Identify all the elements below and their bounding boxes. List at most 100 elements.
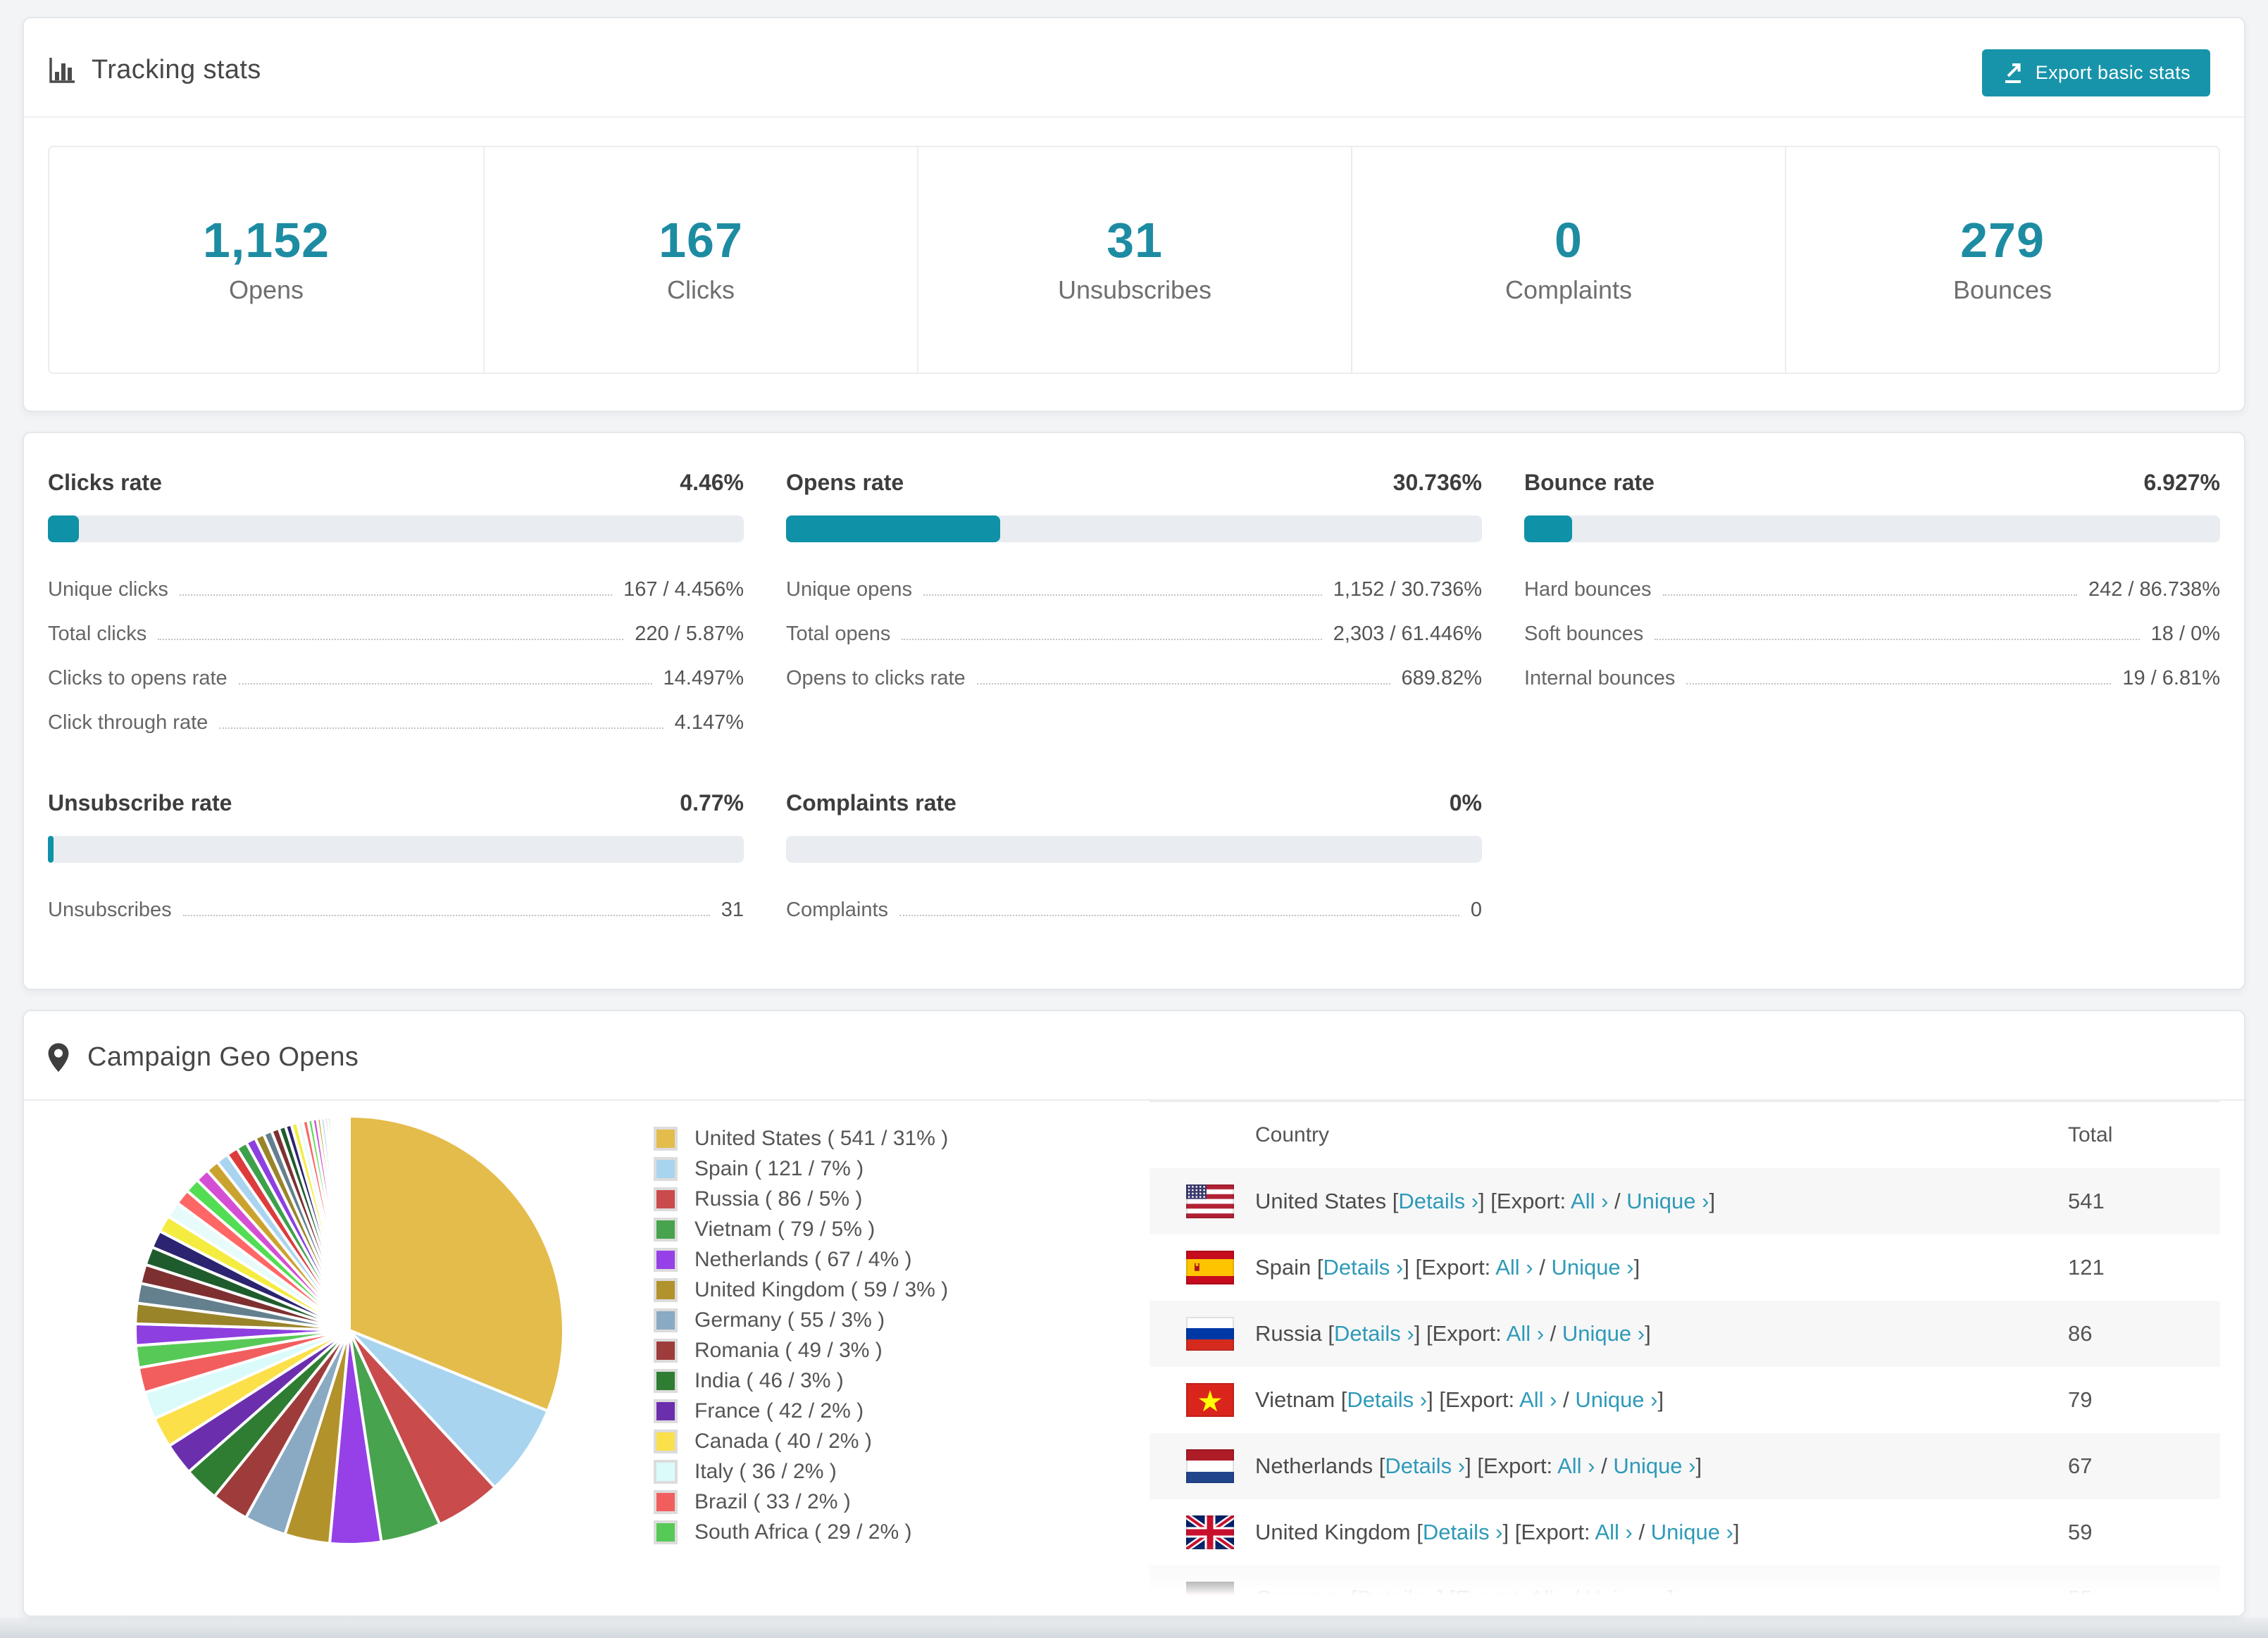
export-label: [Export: xyxy=(1490,1189,1571,1213)
details-link[interactable]: Details › xyxy=(1385,1453,1465,1478)
export-unique-link[interactable]: Unique › xyxy=(1551,1255,1633,1280)
legend-item-south-africa[interactable]: South Africa ( 29 / 2% ) xyxy=(654,1517,948,1547)
rate-stat-label: Clicks to opens rate xyxy=(48,667,228,689)
legend-item-united-kingdom[interactable]: United Kingdom ( 59 / 3% ) xyxy=(654,1275,948,1305)
legend-label: South Africa ( 29 / 2% ) xyxy=(694,1520,912,1544)
country-cell: Vietnam [Details ›] [Export: All › / Uni… xyxy=(1255,1387,1664,1413)
column-header-country: Country xyxy=(1255,1123,1330,1146)
export-label: [Export: xyxy=(1415,1255,1496,1280)
rate-stat-label: Unique clicks xyxy=(48,578,168,601)
rate-stat-value: 18 / 0% xyxy=(2150,623,2220,645)
export-all-link[interactable]: All › xyxy=(1529,1586,1566,1611)
ru-flag-icon xyxy=(1186,1317,1234,1351)
export-all-link[interactable]: All › xyxy=(1495,1255,1533,1280)
legend-label: Netherlands ( 67 / 4% ) xyxy=(694,1247,912,1271)
rate-stat-label: Total clicks xyxy=(48,623,147,645)
legend-label: Italy ( 36 / 2% ) xyxy=(694,1459,837,1483)
rate-progress-bar xyxy=(1524,515,2220,542)
legend-label: United States ( 541 / 31% ) xyxy=(694,1126,949,1150)
bracket: ] xyxy=(1465,1453,1478,1478)
export-label: [Export: xyxy=(1477,1453,1558,1478)
legend-item-italy[interactable]: Italy ( 36 / 2% ) xyxy=(654,1456,948,1487)
legend-item-india[interactable]: India ( 46 / 3% ) xyxy=(654,1365,948,1396)
dotted-leader xyxy=(1655,639,2140,640)
stat-label: Opens xyxy=(228,275,304,304)
summary-stats-strip: 1,152 Opens 167 Clicks 31 Unsubscribes 0 Compla… xyxy=(48,146,2220,374)
export-unique-link[interactable]: Unique › xyxy=(1585,1586,1668,1611)
details-link[interactable]: Details › xyxy=(1347,1387,1427,1412)
geo-pie-chart[interactable] xyxy=(131,1112,568,1554)
export-all-link[interactable]: All › xyxy=(1519,1387,1557,1412)
legend-item-netherlands[interactable]: Netherlands ( 67 / 4% ) xyxy=(654,1244,948,1275)
rate-stat-row: Internal bounces 19 / 6.81% xyxy=(1524,656,2220,701)
stat-label: Unsubscribes xyxy=(1057,275,1212,304)
export-unique-link[interactable]: Unique › xyxy=(1651,1520,1733,1544)
rate-stat-value: 2,303 / 61.446% xyxy=(1333,623,1482,645)
rate-title: Unsubscribe rate xyxy=(48,790,232,815)
page-title: Tracking stats xyxy=(92,55,261,85)
rate-stat-row: Unsubscribes 31 xyxy=(48,888,744,932)
details-link[interactable]: Details › xyxy=(1398,1189,1478,1213)
dotted-leader xyxy=(158,639,624,640)
dotted-leader xyxy=(976,683,1390,684)
legend-swatch xyxy=(654,1156,678,1181)
legend-item-brazil[interactable]: Brazil ( 33 / 2% ) xyxy=(654,1487,948,1517)
details-link[interactable]: Details › xyxy=(1334,1321,1414,1346)
geo-table-row-es: Spain [Details ›] [Export: All › / Uniqu… xyxy=(1149,1234,2220,1301)
rate-stat-value: 167 / 4.456% xyxy=(623,578,744,601)
rate-value: 6.927% xyxy=(2143,470,2220,495)
geo-table-row-us: United States [Details ›] [Export: All ›… xyxy=(1149,1168,2220,1234)
country-name: Spain xyxy=(1255,1255,1317,1280)
details-link[interactable]: Details › xyxy=(1423,1520,1503,1544)
legend-item-united-states[interactable]: United States ( 541 / 31% ) xyxy=(654,1123,948,1154)
legend-item-russia[interactable]: Russia ( 86 / 5% ) xyxy=(654,1184,948,1214)
bracket: ] xyxy=(1633,1255,1640,1280)
export-all-link[interactable]: All › xyxy=(1571,1189,1608,1213)
details-link[interactable]: Details › xyxy=(1323,1255,1404,1280)
export-basic-stats-button[interactable]: Export basic stats xyxy=(1981,49,2210,96)
rate-progress-bar xyxy=(48,836,744,863)
export-unique-link[interactable]: Unique › xyxy=(1613,1453,1695,1478)
export-unique-link[interactable]: Unique › xyxy=(1626,1189,1709,1213)
export-all-link[interactable]: All › xyxy=(1507,1321,1544,1346)
rate-stat-label: Hard bounces xyxy=(1524,578,1652,601)
export-label: [Export: xyxy=(1514,1520,1595,1544)
export-unique-link[interactable]: Unique › xyxy=(1575,1387,1657,1412)
legend-item-canada[interactable]: Canada ( 40 / 2% ) xyxy=(654,1426,948,1456)
bracket: ] xyxy=(1695,1453,1702,1478)
rate-section-opens-rate: Opens rate 30.736% Unique opens 1,152 / 30.… xyxy=(786,470,1482,745)
stat-value: 167 xyxy=(659,213,743,268)
vn-flag-icon xyxy=(1186,1383,1234,1417)
rates-grid: Clicks rate 4.46% Unique clicks 167 / 4.456… xyxy=(24,433,2244,989)
geo-table-row-vn: Vietnam [Details ›] [Export: All › / Uni… xyxy=(1149,1367,2220,1433)
bar-chart-icon xyxy=(48,56,76,85)
legend-label: Canada ( 40 / 2% ) xyxy=(694,1429,872,1453)
country-name: Vietnam xyxy=(1255,1387,1341,1412)
export-all-link[interactable]: All › xyxy=(1557,1453,1595,1478)
rate-progress-bar xyxy=(786,836,1482,863)
legend-swatch xyxy=(654,1217,678,1242)
bracket: [ xyxy=(1416,1520,1423,1544)
rate-stat-value: 220 / 5.87% xyxy=(635,623,744,645)
details-link[interactable]: Details › xyxy=(1357,1586,1438,1611)
export-unique-link[interactable]: Unique › xyxy=(1562,1321,1645,1346)
summary-stat-unsubscribes: 31 Unsubscribes xyxy=(917,147,1351,373)
export-all-link[interactable]: All › xyxy=(1595,1520,1632,1544)
rate-title: Clicks rate xyxy=(48,470,162,495)
rate-stat-value: 4.147% xyxy=(674,711,744,734)
legend-item-spain[interactable]: Spain ( 121 / 7% ) xyxy=(654,1154,948,1184)
separator: / xyxy=(1608,1189,1627,1213)
geo-opens-card: Campaign Geo Opens United States ( 541 /… xyxy=(23,1010,2245,1617)
rates-card: Clicks rate 4.46% Unique clicks 167 / 4.456… xyxy=(23,432,2245,990)
separator: / xyxy=(1595,1453,1614,1478)
legend-swatch xyxy=(654,1338,678,1363)
bracket: [ xyxy=(1351,1586,1357,1611)
legend-item-germany[interactable]: Germany ( 55 / 3% ) xyxy=(654,1305,948,1335)
legend-item-romania[interactable]: Romania ( 49 / 3% ) xyxy=(654,1335,948,1365)
rate-value: 4.46% xyxy=(680,470,744,495)
bracket: ] xyxy=(1645,1321,1651,1346)
legend-item-france[interactable]: France ( 42 / 2% ) xyxy=(654,1396,948,1426)
legend-item-vietnam[interactable]: Vietnam ( 79 / 5% ) xyxy=(654,1214,948,1244)
rate-stat-row: Clicks to opens rate 14.497% xyxy=(48,656,744,701)
map-marker-icon xyxy=(48,1042,69,1073)
